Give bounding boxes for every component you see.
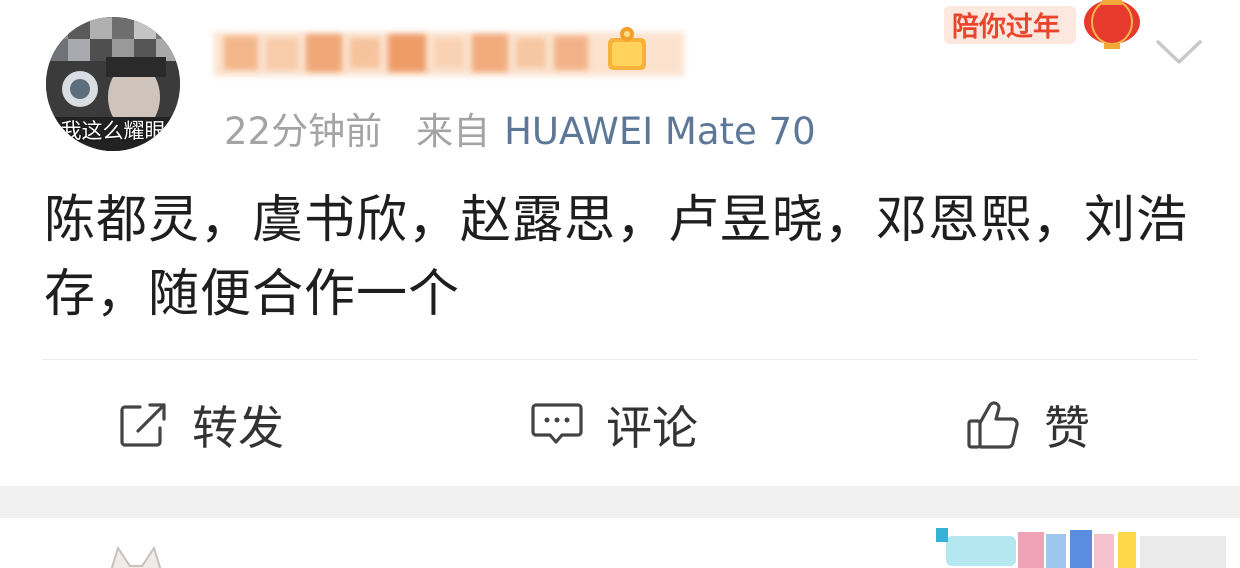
thumbs-up-icon xyxy=(967,401,1019,449)
holiday-badge: 陪你过年 xyxy=(944,0,1140,49)
comment-label: 评论 xyxy=(606,401,698,455)
next-post-badge-icon xyxy=(936,528,1226,568)
holiday-badge-text: 陪你过年 xyxy=(952,11,1060,42)
comment-icon xyxy=(531,403,583,444)
post-text: 陈都灵，虞书欣，赵露思，卢昱晓，邓恩熙，刘浩存，随便合作一个 xyxy=(44,191,1189,324)
feed-separator xyxy=(0,486,1240,518)
chevron-down-icon[interactable] xyxy=(1154,38,1204,68)
post-source-label: 来自 xyxy=(416,110,491,153)
repost-label: 转发 xyxy=(192,401,284,455)
next-post-avatar-icon[interactable] xyxy=(100,544,170,568)
like-label: 赞 xyxy=(1044,401,1090,455)
like-button[interactable]: 赞 xyxy=(966,392,1090,458)
divider xyxy=(42,359,1198,360)
vip-badge-icon xyxy=(608,27,646,70)
post-source-device[interactable]: HUAWEI Mate 70 xyxy=(504,110,816,153)
repost-button[interactable]: 转发 xyxy=(118,392,284,458)
user-avatar[interactable]: 我这么耀眼 xyxy=(46,17,180,151)
comment-button[interactable]: 评论 xyxy=(530,392,698,458)
avatar-caption: 我这么耀眼 xyxy=(60,119,166,143)
post-meta: 22分钟前 来自 HUAWEI Mate 70 xyxy=(224,101,816,155)
repost-icon xyxy=(120,403,166,447)
post-time: 22分钟前 xyxy=(224,110,383,153)
next-post-card xyxy=(0,518,1240,568)
weibo-post-card: 我这么耀眼 22分钟前 来自 HUAWEI Mate 70 陪你过年 陈都灵，虞… xyxy=(0,0,1240,486)
